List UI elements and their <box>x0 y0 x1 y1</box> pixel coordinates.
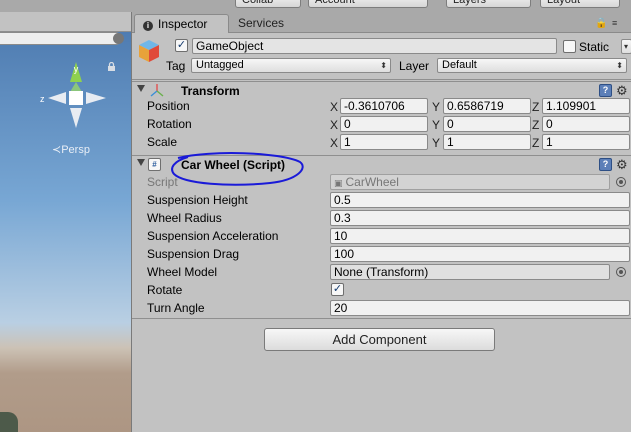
position-x-field[interactable]: -0.3610706 <box>340 98 428 114</box>
gizmo-right-cone[interactable] <box>86 92 106 104</box>
gameobject-cube-icon <box>139 40 159 62</box>
object-picker-icon[interactable] <box>616 267 626 277</box>
scale-y-field[interactable]: 1 <box>443 134 531 150</box>
static-checkbox[interactable] <box>563 40 576 53</box>
y-axis-label[interactable]: Y <box>432 100 440 114</box>
static-dropdown[interactable]: ▾ <box>621 39 631 54</box>
gameobject-active-checkbox[interactable]: ✓ <box>175 39 188 52</box>
scene-view[interactable]: y z ≺Persp <box>0 12 131 432</box>
turn-angle-field[interactable]: 20 <box>330 300 630 316</box>
script-file-icon: # <box>148 158 161 171</box>
script-label: Script <box>147 175 178 189</box>
gizmo-left-cone[interactable] <box>48 92 66 104</box>
x-axis-label[interactable]: X <box>330 118 338 132</box>
tag-dropdown[interactable]: Untagged ⬍ <box>191 58 391 73</box>
tab-bar: i Inspector Services 🔒 ≡ <box>132 12 631 33</box>
scene-toolbar <box>0 12 131 32</box>
script-field: ▣ CarWheel <box>330 174 610 190</box>
tag-label: Tag <box>166 59 186 73</box>
suspension-drag-label: Suspension Drag <box>147 247 240 261</box>
lock-icon[interactable]: 🔒 <box>595 18 607 29</box>
transform-header[interactable]: Transform ? ⚙ <box>132 81 631 99</box>
y-axis-label[interactable]: Y <box>432 118 440 132</box>
tab-services[interactable]: Services <box>230 14 310 33</box>
rotation-y-field[interactable]: 0 <box>443 116 531 132</box>
position-label: Position <box>147 99 190 113</box>
suspension-height-field[interactable]: 0.5 <box>330 192 630 208</box>
transform-title: Transform <box>181 84 240 98</box>
wheel-radius-label: Wheel Radius <box>147 211 222 225</box>
layout-dropdown[interactable]: Layout <box>540 0 620 8</box>
suspension-acceleration-field[interactable]: 10 <box>330 228 630 244</box>
divider <box>132 318 631 319</box>
tab-inspector[interactable]: i Inspector <box>134 14 229 33</box>
add-component-button[interactable]: Add Component <box>264 328 495 351</box>
wheel-model-field[interactable]: None (Transform) <box>330 264 610 280</box>
layer-dropdown[interactable]: Default ⬍ <box>437 58 627 73</box>
help-book-icon[interactable]: ? <box>599 84 612 97</box>
tab-menu-icon[interactable]: ≡ <box>612 18 617 28</box>
gear-icon[interactable]: ⚙ <box>616 158 628 171</box>
layers-dropdown[interactable]: Layers <box>446 0 531 8</box>
scene-orientation-gizmo[interactable]: y z <box>36 60 116 140</box>
wheel-radius-field[interactable]: 0.3 <box>330 210 630 226</box>
wheel-model-label: Wheel Model <box>147 265 218 279</box>
persp-label[interactable]: ≺Persp <box>52 143 90 156</box>
gizmo-z-label: z <box>40 94 45 104</box>
help-book-icon[interactable]: ? <box>599 158 612 171</box>
x-axis-label[interactable]: X <box>330 136 338 150</box>
foldout-arrow-icon[interactable] <box>137 85 145 92</box>
gameobject-name-field[interactable]: GameObject <box>192 38 557 54</box>
script-file-icon: ▣ <box>334 178 343 188</box>
rotate-label: Rotate <box>147 283 183 297</box>
rotate-checkbox[interactable]: ✓ <box>331 283 344 296</box>
updown-arrow-icon: ⬍ <box>616 61 623 70</box>
scale-z-field[interactable]: 1 <box>542 134 630 150</box>
persp-arrow-icon: ≺ <box>52 144 62 156</box>
gear-icon[interactable]: ⚙ <box>616 84 628 97</box>
scale-label: Scale <box>147 135 178 149</box>
scene-search-field[interactable] <box>0 32 122 45</box>
object-picker-icon[interactable] <box>616 177 626 187</box>
rotation-z-field[interactable]: 0 <box>542 116 630 132</box>
suspension-acceleration-label: Suspension Acceleration <box>147 229 279 243</box>
y-axis-label[interactable]: Y <box>432 136 440 150</box>
static-label: Static <box>579 40 610 54</box>
z-axis-label[interactable]: Z <box>532 118 539 132</box>
car-wheel-header[interactable]: # Car Wheel (Script) ? ⚙ <box>132 155 631 173</box>
gizmo-y-label: y <box>74 64 79 74</box>
gizmo-center-cube[interactable] <box>69 91 83 105</box>
info-icon: i <box>143 21 153 31</box>
car-wheel-title: Car Wheel (Script) <box>181 158 286 172</box>
rotation-x-field[interactable]: 0 <box>340 116 428 132</box>
layer-label: Layer <box>399 59 430 73</box>
position-z-field[interactable]: 1.109901 <box>542 98 630 114</box>
top-toolbar: Collab Account Layers Layout <box>0 0 631 12</box>
foldout-arrow-icon[interactable] <box>137 159 145 166</box>
transform-icon <box>150 84 164 97</box>
gizmo-down-cone[interactable] <box>70 108 82 128</box>
turn-angle-label: Turn Angle <box>147 301 205 315</box>
position-y-field[interactable]: 0.6586719 <box>443 98 531 114</box>
z-axis-label[interactable]: Z <box>532 100 539 114</box>
inspector-panel: i Inspector Services 🔒 ≡ ✓ GameObject Sta… <box>131 12 631 432</box>
rotation-label: Rotation <box>147 117 192 131</box>
gameobject-header: ✓ GameObject Static ▾ Tag Untagged ⬍ Laye… <box>132 34 631 80</box>
x-axis-label[interactable]: X <box>330 100 338 114</box>
updown-arrow-icon: ⬍ <box>380 61 387 70</box>
scene-object <box>0 412 18 432</box>
account-button[interactable]: Account <box>308 0 428 8</box>
suspension-drag-field[interactable]: 100 <box>330 246 630 262</box>
search-clear-icon[interactable] <box>113 33 124 44</box>
z-axis-label[interactable]: Z <box>532 136 539 150</box>
collab-button[interactable]: Collab <box>235 0 301 8</box>
scale-x-field[interactable]: 1 <box>340 134 428 150</box>
suspension-height-label: Suspension Height <box>147 193 248 207</box>
chevron-down-icon: ▾ <box>623 42 628 51</box>
